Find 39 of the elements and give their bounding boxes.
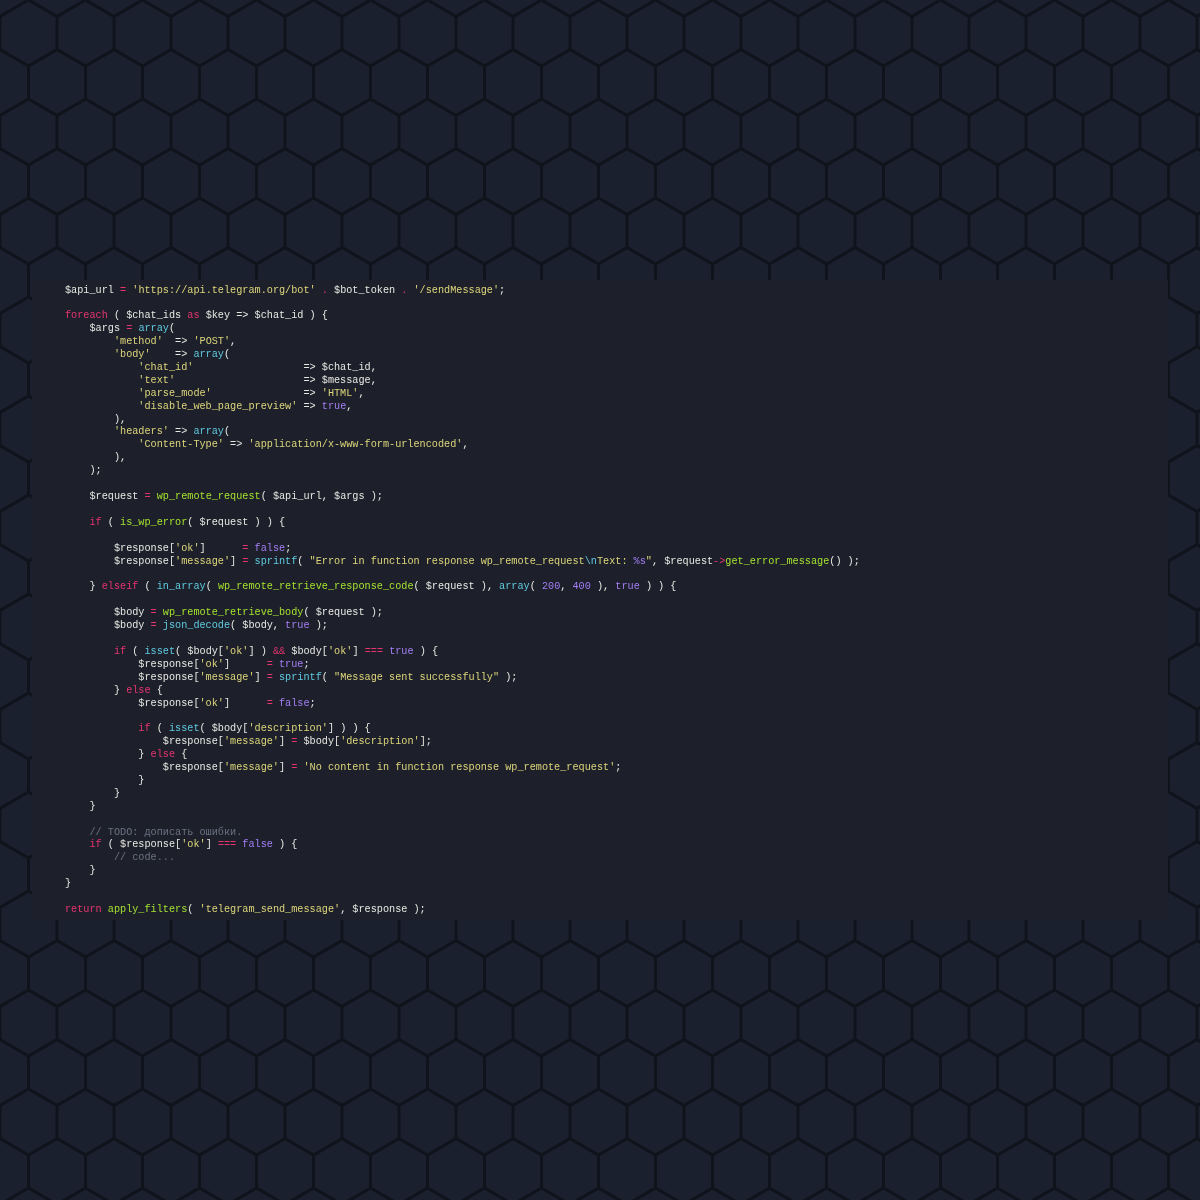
code-line: // code... — [112, 852, 176, 866]
code-line: return apply_filters( 'telegram_send_message', $response ); — [65, 904, 426, 917]
code-line: // TODO: дописать ошибки. — [88, 826, 243, 839]
code-line: } — [88, 800, 96, 814]
code-line: if ( $response['ok'] === false ) { — [88, 839, 298, 852]
code-line: 'method' => 'POST', — [112, 336, 237, 349]
code-line: 'body' => array( — [112, 349, 231, 362]
code-line: } elseif ( in_array( wp_remote_retrieve_response_code( $request ), array( 200, 400 ), true ) ) { — [88, 581, 677, 595]
code-line: $response['message'] = $body['description']; — [161, 736, 432, 749]
code-line: } else { — [137, 749, 188, 762]
code-line: } — [112, 787, 121, 801]
code-line: if ( isset( $body['description'] ) ) { — [137, 723, 371, 736]
code-line: $response['message'] = sprintf( "Error in function response wp_remote_request\nText: %s", $request->get_error_message() ); — [112, 555, 860, 569]
code-line: $body = json_decode( $body, true ); — [112, 620, 328, 633]
code-line: if ( is_wp_error( $request ) ) { — [88, 516, 286, 530]
code-line: 'disable_web_page_preview' => true, — [137, 400, 353, 414]
code-line: $body = wp_remote_retrieve_body( $request ); — [112, 607, 383, 620]
code-line: 'Content-Type' => 'application/x-www-form-urlencoded', — [137, 439, 469, 453]
code-line: $response['ok'] = false; — [137, 697, 316, 711]
code-line: $args = array( — [88, 323, 176, 336]
code-line: 'chat_id' => $chat_id, — [137, 361, 377, 375]
code-line: 'headers' => array( — [112, 426, 231, 439]
code-line: } — [88, 865, 96, 879]
code-line: 'parse_mode' => 'HTML', — [137, 387, 365, 401]
code-line: } else { — [112, 684, 163, 698]
code-line: foreach ( $chat_ids as $key => $chat_id ) { — [65, 310, 328, 323]
code-line: $request = wp_remote_request( $api_url, $args ); — [88, 491, 383, 504]
code-line: ), — [112, 452, 127, 466]
code-line: ), — [112, 413, 127, 426]
code-line: $response['message'] = 'No content in function response wp_remote_request'; — [161, 762, 622, 775]
code-line: 'text' => $message, — [137, 374, 377, 388]
code-line: $api_url = 'https://api.telegram.org/bot' . $bot_token . '/sendMessage'; — [65, 284, 506, 298]
code-line: if ( isset( $body['ok'] ) && $body['ok'] === true ) { — [112, 645, 439, 659]
code-line: } — [65, 878, 72, 892]
code-line: $response['ok'] = true; — [137, 658, 310, 672]
code-line: $response['ok'] = false; — [112, 542, 292, 556]
code-line: ); — [88, 465, 102, 479]
code-line: } — [137, 774, 145, 788]
code-line: $response['message'] = sprintf( "Message sent successfully" ); — [137, 671, 518, 685]
